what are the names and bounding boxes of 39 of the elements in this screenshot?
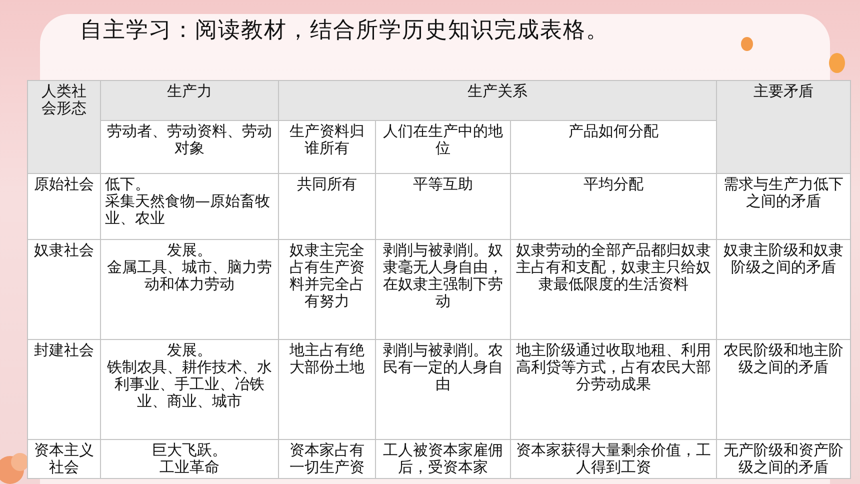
table-cell: 无产阶级和资产阶级之间的矛盾 — [716, 440, 850, 478]
column-header: 生产关系 — [278, 80, 716, 120]
table-cell: 奴隶主完全占有生产资料并完全占有努力 — [278, 240, 376, 340]
column-header: 人类社会形态 — [28, 80, 100, 174]
column-subheader: 劳动者、劳动资料、劳动对象 — [100, 120, 278, 174]
table-cell: 平均分配 — [510, 174, 716, 240]
productivity-level: 巨大飞跃。 — [151, 442, 228, 459]
table-cell: 平等互助 — [376, 174, 510, 240]
row-header: 封建社会 — [28, 340, 100, 440]
column-subheader: 生产资料归谁所有 — [278, 120, 376, 174]
column-subheader: 产品如何分配 — [510, 120, 716, 174]
slide-title: 自主学习：阅读教材，结合所学历史知识完成表格。 — [80, 17, 609, 45]
column-header: 生产力 — [100, 80, 278, 120]
table-cell: 剥削与被剥削。奴隶毫无人身自由，在奴隶主强制下劳动 — [376, 240, 510, 340]
table-cell: 工人被资本家雇佣后，受资本家 — [376, 440, 510, 478]
productivity-level: 发展。 — [166, 242, 213, 259]
table-cell: 共同所有 — [278, 174, 376, 240]
table-cell: 资本家获得大量剩余价值，工人得到工资 — [510, 440, 716, 478]
row-header: 资本主义社会 — [28, 440, 100, 478]
productivity-level: 低下。 — [105, 176, 151, 193]
table-cell: 需求与生产力低下之间的矛盾 — [716, 174, 850, 240]
table-cell: 农民阶级和地主阶级之间的矛盾 — [716, 340, 850, 440]
productivity-detail: 铁制农具、耕作技术、水利事业、手工业、冶铁业、商业、城市 — [106, 359, 273, 410]
row-header: 原始社会 — [28, 174, 100, 240]
productivity-detail: 金属工具、城市、脑力劳动和体力劳动 — [106, 259, 273, 293]
productivity-detail: 工业革命 — [158, 459, 220, 476]
table-cell: 剥削与被剥削。农民有一定的人身自由 — [376, 340, 510, 440]
table-cell: 地主占有绝大部份土地 — [278, 340, 376, 440]
column-subheader: 人们在生产中的地位 — [376, 120, 510, 174]
productivity-level: 发展。 — [166, 342, 213, 359]
row-header: 奴隶社会 — [28, 240, 100, 340]
productivity-detail: 采集天然食物—原始畜牧业、农业 — [105, 193, 271, 227]
table-cell: 地主阶级通过收取地租、利用高利贷等方式，占有农民大部分劳动成果 — [510, 340, 716, 440]
lantern-icon — [740, 36, 754, 52]
table-cell: 奴隶劳动的全部产品都归奴隶主占有和支配，奴隶主只给奴隶最低限度的生活资料 — [510, 240, 716, 340]
column-header: 主要矛盾 — [716, 80, 850, 174]
table-cell: 资本家占有一切生产资 — [278, 440, 376, 478]
lantern-icon — [828, 52, 846, 74]
table-cell: 奴隶主阶级和奴隶阶级之间的矛盾 — [716, 240, 850, 340]
